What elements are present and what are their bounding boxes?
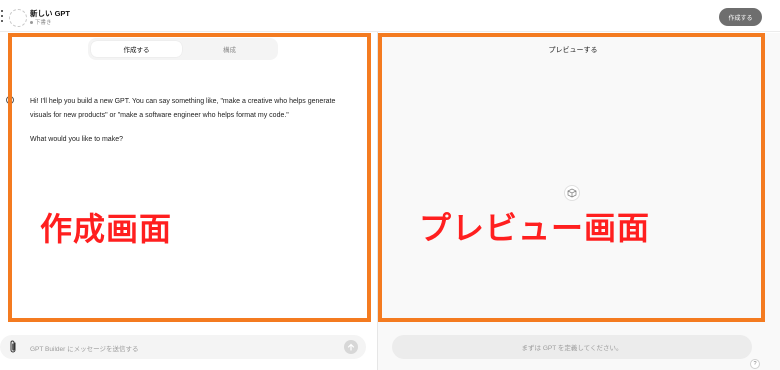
preview-input[interactable]: まずは GPT を定義してください。: [392, 335, 752, 359]
paperclip-icon[interactable]: [7, 340, 19, 354]
composer-placeholder: GPT Builder にメッセージを送信する: [30, 346, 139, 353]
preview-panel-annotation: プレビュー画面: [419, 209, 651, 247]
draft-status-label: 下書き: [35, 20, 52, 26]
message-composer[interactable]: GPT Builder にメッセージを送信する: [0, 335, 366, 359]
draft-status: 下書き: [30, 18, 52, 26]
arrow-up-icon: [347, 343, 355, 351]
help-button[interactable]: ?: [750, 359, 760, 369]
create-button[interactable]: 作成する: [719, 8, 762, 26]
send-button[interactable]: [344, 340, 358, 354]
status-dot-icon: [30, 20, 33, 24]
kebab-menu-icon[interactable]: [1, 10, 5, 22]
preview-panel-highlight: [378, 33, 765, 322]
top-bar: 新しい GPT 下書き 作成する: [0, 0, 780, 32]
create-panel-highlight: [8, 33, 371, 322]
create-panel-annotation: 作成画面: [40, 210, 173, 248]
gpt-avatar[interactable]: [9, 9, 27, 27]
